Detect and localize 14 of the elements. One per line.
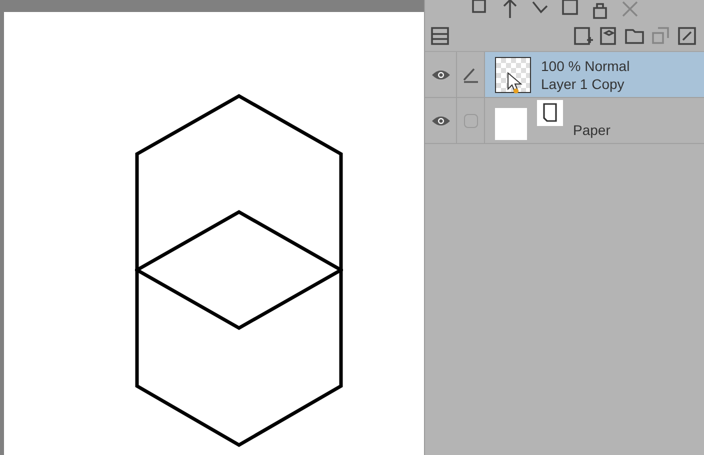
layer-name: Layer 1 Copy bbox=[541, 74, 626, 92]
eye-icon[interactable] bbox=[430, 68, 450, 80]
mouse-cursor-icon bbox=[507, 72, 525, 94]
layer-thumbnail bbox=[495, 108, 527, 140]
pen-icon[interactable] bbox=[462, 66, 480, 84]
checkbox[interactable] bbox=[464, 114, 478, 128]
layer-name: Paper bbox=[573, 121, 610, 139]
paper-icon bbox=[537, 100, 563, 126]
eye-icon[interactable] bbox=[430, 114, 450, 126]
layer-list-icon[interactable] bbox=[429, 24, 451, 46]
layer-blend-mode: 100 % Normal bbox=[541, 56, 630, 74]
new-layer-icon[interactable] bbox=[572, 24, 594, 46]
layer-row[interactable]: 100 % Normal Layer 1 Copy bbox=[425, 52, 704, 98]
layer-row[interactable]: Paper bbox=[425, 98, 704, 144]
